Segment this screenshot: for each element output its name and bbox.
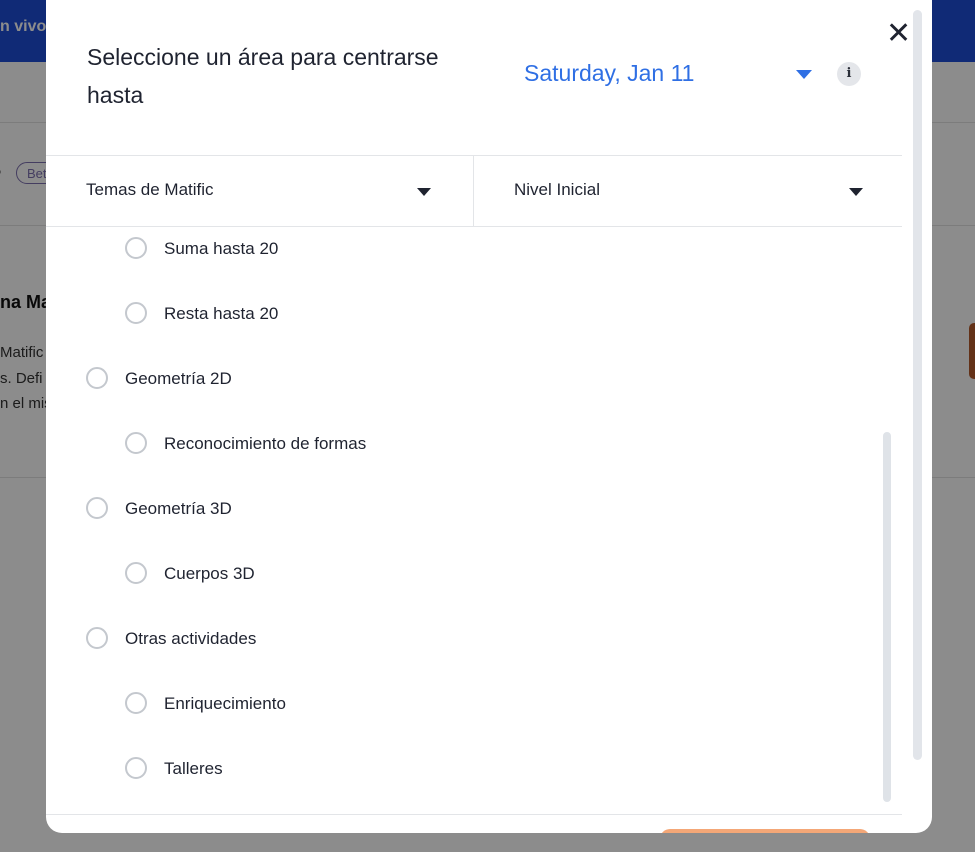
- topic-option-label: Cuerpos 3D: [164, 564, 255, 583]
- radio-button[interactable]: [125, 692, 147, 714]
- caret-down-icon: [417, 188, 431, 196]
- list-scrollbar[interactable]: [883, 432, 891, 802]
- topic-option-label: Enriquecimiento: [164, 694, 286, 713]
- radio-button[interactable]: [125, 562, 147, 584]
- topic-option-label: Resta hasta 20: [164, 304, 279, 323]
- radio-button[interactable]: [125, 432, 147, 454]
- footer-divider: [46, 814, 902, 815]
- radio-button[interactable]: [86, 627, 108, 649]
- topic-option-label: Talleres: [164, 759, 223, 778]
- modal-title: Seleccione un área para centrarse hasta: [87, 44, 439, 108]
- topic-option-label: Geometría 2D: [125, 369, 232, 388]
- topic-filter-dropdown[interactable]: Temas de Matific: [46, 156, 473, 226]
- topic-option-label: Otras actividades: [125, 629, 257, 648]
- info-icon[interactable]: i: [837, 62, 861, 86]
- radio-button[interactable]: [125, 757, 147, 779]
- topic-option-label: Geometría 3D: [125, 499, 232, 518]
- topic-filter-label: Temas de Matific: [86, 180, 214, 199]
- level-filter-label: Nivel Inicial: [514, 180, 600, 199]
- topic-option-list: Suma hasta 20 Resta hasta 20 Geometría 2…: [46, 227, 902, 814]
- topic-option-label: Suma hasta 20: [164, 239, 279, 258]
- radio-button[interactable]: [86, 497, 108, 519]
- primary-action-button[interactable]: [660, 829, 870, 833]
- focus-area-modal: Seleccione un área para centrarse hasta …: [46, 0, 932, 833]
- close-icon[interactable]: ✕: [886, 19, 911, 49]
- date-dropdown-value: Saturday, Jan 11: [524, 60, 695, 86]
- radio-button[interactable]: [125, 237, 147, 259]
- topic-option-label: Reconocimiento de formas: [164, 434, 367, 453]
- radio-button[interactable]: [125, 302, 147, 324]
- caret-down-icon: [849, 188, 863, 196]
- level-filter-dropdown[interactable]: Nivel Inicial: [474, 156, 902, 226]
- modal-scrollbar[interactable]: [913, 10, 922, 760]
- date-dropdown[interactable]: Saturday, Jan 11: [524, 58, 824, 94]
- radio-button[interactable]: [86, 367, 108, 389]
- caret-down-icon: [796, 70, 812, 79]
